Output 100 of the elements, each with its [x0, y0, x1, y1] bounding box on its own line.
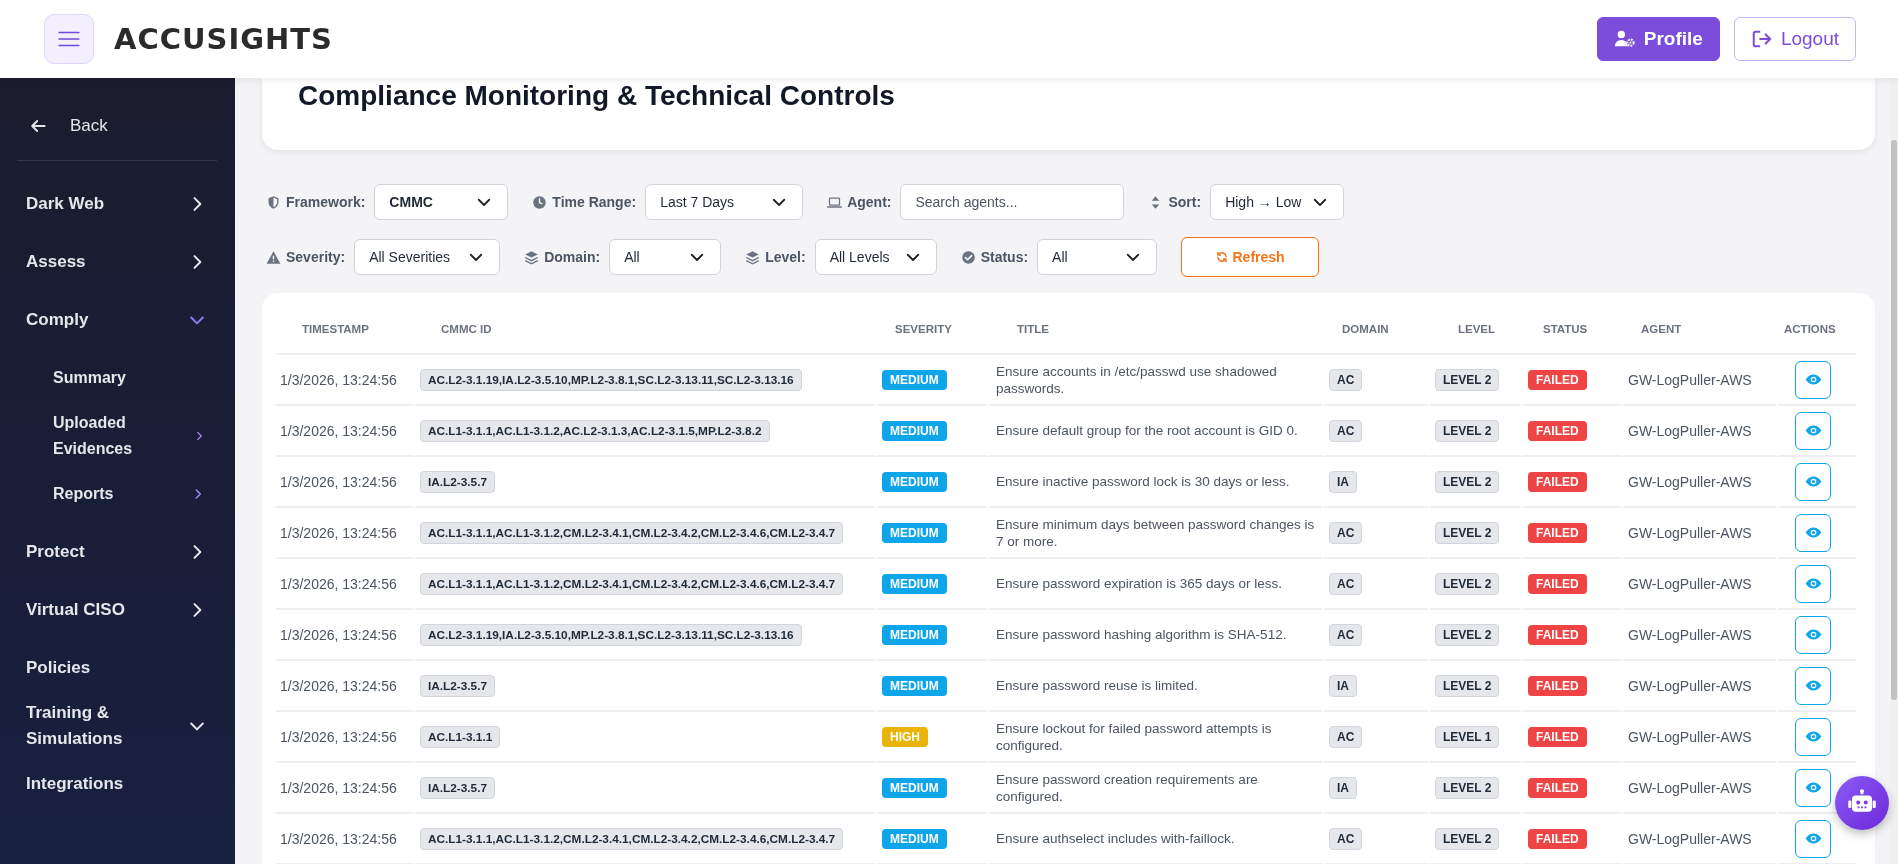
column-header: STATUS: [1521, 305, 1621, 355]
view-button[interactable]: [1795, 768, 1831, 807]
check-title: Ensure minimum days between password changes is 7 or more.: [995, 515, 1316, 550]
profile-button[interactable]: Profile: [1596, 17, 1720, 61]
view-button[interactable]: [1795, 411, 1831, 450]
level-tag: LEVEL 2: [1435, 776, 1500, 799]
status-badge: FAILED: [1528, 471, 1587, 492]
sidebar-item[interactable]: Policies: [0, 639, 235, 697]
view-button[interactable]: [1795, 462, 1831, 501]
sidebar-item[interactable]: Training & Simulations: [0, 697, 235, 755]
filter-label: Status:: [980, 249, 1029, 265]
domain-tag: AC: [1329, 521, 1363, 544]
column-header: CMMC ID: [413, 305, 875, 355]
view-button[interactable]: [1795, 819, 1831, 858]
sidebar-item[interactable]: Integrations: [0, 755, 235, 813]
sidebar-subitem[interactable]: Reports: [0, 465, 235, 523]
severity-badge: MEDIUM: [882, 522, 947, 543]
view-button[interactable]: [1795, 666, 1831, 705]
status-badge: FAILED: [1528, 420, 1587, 441]
status-badge: FAILED: [1528, 777, 1587, 798]
timestamp: 1/3/2026, 13:24:56: [280, 728, 397, 745]
domain-tag: AC: [1329, 419, 1363, 442]
sidebar-item[interactable]: Protect: [0, 523, 235, 581]
dropdown[interactable]: All Severities: [354, 239, 501, 275]
view-button[interactable]: [1795, 564, 1831, 603]
control-id: AC.L1-3.1.1: [420, 725, 501, 748]
filter-label: Domain:: [544, 249, 601, 265]
sidebar-subitem[interactable]: Uploaded Evidences: [0, 407, 235, 465]
view-button[interactable]: [1795, 615, 1831, 654]
page-title: Compliance Monitoring & Technical Controls: [298, 80, 896, 112]
level-tag: LEVEL 2: [1435, 572, 1500, 595]
layers-icon: [745, 249, 761, 265]
check-title: Ensure password expiration is 365 days or less.: [995, 575, 1283, 592]
control-id: AC.L1-3.1.1,AC.L1-3.1.2,CM.L2-3.4.1,CM.L2-3.4.2,CM.L2-3.4.6,CM.L2-3.4.7: [420, 572, 844, 595]
filter-label: Time Range:: [552, 194, 637, 210]
dropdown[interactable]: All Levels: [814, 239, 937, 275]
column-header: TIMESTAMP: [276, 305, 413, 355]
domain-tag: IA: [1329, 470, 1357, 493]
severity-badge: MEDIUM: [882, 675, 947, 696]
sidebar-item[interactable]: Virtual CISO: [0, 581, 235, 639]
view-button[interactable]: [1795, 717, 1831, 756]
column-header: LEVEL: [1428, 305, 1521, 355]
filter-label: Framework:: [286, 194, 366, 210]
domain-tag: IA: [1329, 674, 1357, 697]
dropdown[interactable]: Last 7 Days: [645, 184, 804, 220]
level-tag: LEVEL 2: [1435, 827, 1500, 850]
status-badge: FAILED: [1528, 675, 1587, 696]
severity-badge: HIGH: [882, 726, 928, 747]
sidebar-item[interactable]: Assess: [0, 233, 235, 291]
status-badge: FAILED: [1528, 522, 1587, 543]
scrollbar[interactable]: [1890, 78, 1898, 864]
sidebar-item[interactable]: Dark Web: [0, 175, 235, 233]
severity-badge: MEDIUM: [882, 573, 947, 594]
level-tag: LEVEL 2: [1435, 674, 1500, 697]
timestamp: 1/3/2026, 13:24:56: [280, 473, 397, 490]
menu-button[interactable]: [44, 14, 94, 64]
control-id: IA.L2-3.5.7: [420, 776, 495, 799]
control-id: IA.L2-3.5.7: [420, 470, 495, 493]
control-id: AC.L2-3.1.19,IA.L2-3.5.10,MP.L2-3.8.1,SC.L2-3.13.11,SC.L2-3.13.16: [420, 368, 802, 391]
view-button[interactable]: [1795, 360, 1831, 399]
level-tag: LEVEL 2: [1435, 419, 1500, 442]
sidebar-item[interactable]: Comply: [0, 291, 235, 349]
agent-name: GW-LogPuller-AWS: [1628, 473, 1752, 490]
domain-tag: AC: [1329, 827, 1363, 850]
level-tag: LEVEL 2: [1435, 521, 1500, 544]
back-link[interactable]: Back: [0, 104, 235, 148]
level-tag: LEVEL 1: [1435, 725, 1500, 748]
control-id: AC.L1-3.1.1,AC.L1-3.1.2,CM.L2-3.4.1,CM.L2-3.4.2,CM.L2-3.4.6,CM.L2-3.4.7: [420, 521, 844, 544]
status-badge: FAILED: [1528, 624, 1587, 645]
sidebar-subitem[interactable]: Summary: [0, 349, 235, 407]
agent-name: GW-LogPuller-AWS: [1628, 524, 1752, 541]
agent-name: GW-LogPuller-AWS: [1628, 779, 1752, 796]
filter-label: Agent:: [847, 194, 892, 210]
timestamp: 1/3/2026, 13:24:56: [280, 371, 397, 388]
refresh-icon: [1215, 251, 1228, 263]
severity-badge: MEDIUM: [882, 624, 947, 645]
severity-badge: MEDIUM: [882, 828, 947, 849]
timestamp: 1/3/2026, 13:24:56: [280, 575, 397, 592]
dropdown[interactable]: All: [609, 239, 722, 275]
view-button[interactable]: [1795, 513, 1831, 552]
logo: ACCUSIGHTS: [114, 22, 333, 56]
dropdown[interactable]: CMMC: [374, 184, 509, 220]
column-header: DOMAIN: [1322, 305, 1428, 355]
filter-label: Level:: [765, 249, 806, 265]
domain-tag: AC: [1329, 623, 1363, 646]
level-tag: LEVEL 2: [1435, 623, 1500, 646]
timestamp: 1/3/2026, 13:24:56: [280, 677, 397, 694]
search-field[interactable]: Search agents...: [900, 184, 1125, 220]
dropdown[interactable]: High → Low: [1210, 184, 1345, 220]
column-header: SEVERITY: [875, 305, 987, 355]
dropdown[interactable]: All: [1037, 239, 1158, 275]
check-title: Ensure password reuse is limited.: [995, 677, 1199, 694]
check-title: Ensure password hashing algorithm is SHA-512.: [995, 626, 1288, 643]
column-header: ACTIONS: [1776, 305, 1856, 355]
timestamp: 1/3/2026, 13:24:56: [280, 626, 397, 643]
logout-button[interactable]: Logout: [1733, 17, 1856, 61]
timestamp: 1/3/2026, 13:24:56: [280, 422, 397, 439]
warning-icon: [266, 249, 281, 265]
filter-label: Sort:: [1168, 194, 1202, 210]
status-badge: FAILED: [1528, 573, 1587, 594]
